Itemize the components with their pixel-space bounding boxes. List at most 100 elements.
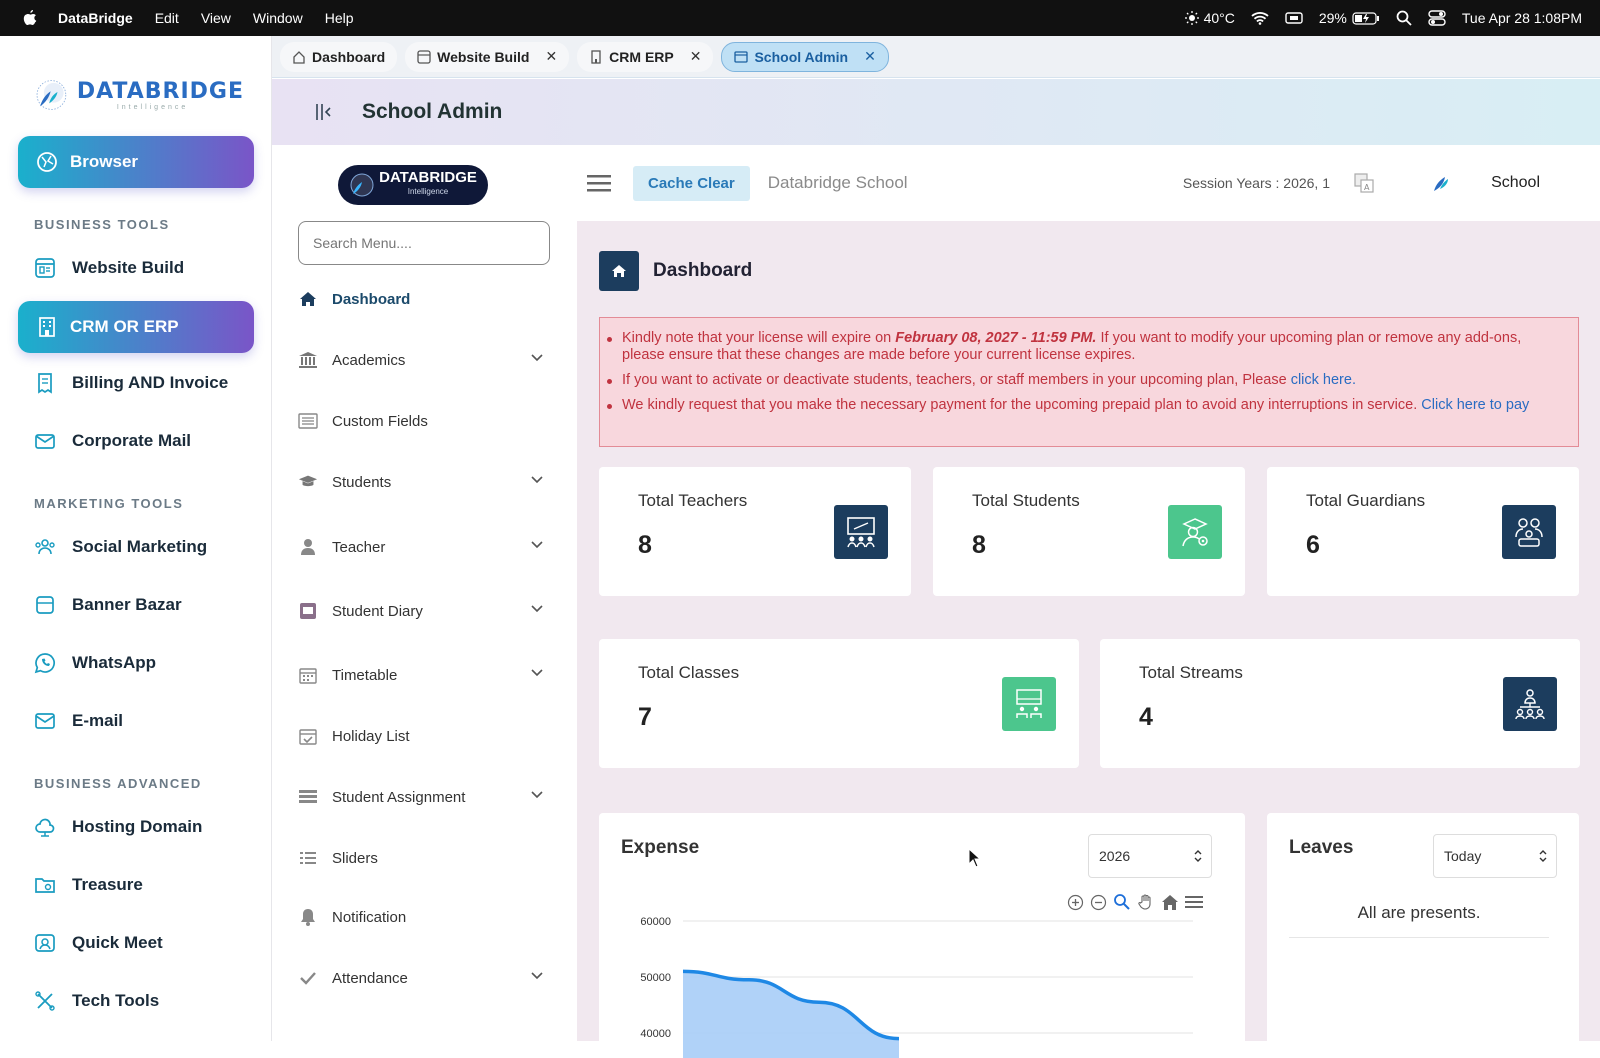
browser-button[interactable]: Browser: [18, 136, 254, 188]
school-logo[interactable]: DATABRIDGE Intelligence: [338, 165, 488, 205]
dashboard-content: Dashboard Kindly note that your license …: [577, 221, 1600, 1058]
nav-social-marketing[interactable]: Social Marketing: [34, 532, 207, 562]
menu-student-diary-label: Student Diary: [332, 602, 423, 620]
menu-students[interactable]: Students: [298, 467, 550, 497]
weather-status[interactable]: 40°C: [1184, 10, 1235, 26]
logo-tagline: Intelligence: [116, 104, 189, 111]
nav-corporate-mail[interactable]: Corporate Mail: [34, 426, 191, 456]
card-total-students[interactable]: Total Students 8: [933, 467, 1245, 596]
card-total-classes[interactable]: Total Classes 7: [599, 639, 1079, 768]
card-total-guardians[interactable]: Total Guardians 6: [1267, 467, 1579, 596]
clock[interactable]: Tue Apr 28 1:08PM: [1462, 10, 1582, 26]
tab-crm-erp[interactable]: CRM ERP ✕: [577, 41, 714, 72]
card-total-teachers[interactable]: Total Teachers 8: [599, 467, 911, 596]
menu-help[interactable]: Help: [325, 10, 354, 26]
menu-edit[interactable]: Edit: [155, 10, 179, 26]
close-tab-icon[interactable]: ✕: [690, 48, 702, 65]
nav-billing-invoice[interactable]: Billing AND Invoice: [34, 368, 228, 398]
menu-timetable[interactable]: Timetable: [298, 660, 550, 690]
check-icon: [300, 972, 316, 985]
hamburger-menu-icon[interactable]: [587, 173, 611, 193]
menu-custom-fields-label: Custom Fields: [332, 412, 428, 430]
session-years[interactable]: Session Years : 2026, 1: [1183, 175, 1330, 191]
menu-academics[interactable]: Academics: [298, 345, 550, 375]
menu-notification-label: Notification: [332, 908, 407, 926]
hierarchy-icon: [1503, 677, 1557, 731]
y-tick-label: 50000: [640, 972, 671, 984]
expense-chart[interactable]: 40000 50000 60000: [599, 913, 1245, 1058]
nav-website-build[interactable]: Website Build: [34, 253, 184, 283]
collapse-sidebar-icon[interactable]: [314, 102, 334, 122]
chevron-down-icon: [531, 476, 543, 484]
wifi-icon[interactable]: [1251, 11, 1269, 25]
nav-tech-tools[interactable]: Tech Tools: [34, 986, 159, 1016]
menu-student-assignment[interactable]: Student Assignment: [298, 782, 550, 812]
graduation-cap-icon: [298, 475, 318, 487]
zoom-in-icon[interactable]: [1067, 894, 1084, 911]
nav-email[interactable]: E-mail: [34, 706, 123, 736]
nav-hosting-domain[interactable]: Hosting Domain: [34, 812, 202, 842]
pay-link[interactable]: Click here to pay: [1421, 397, 1529, 413]
menu-attendance[interactable]: Attendance: [298, 963, 550, 993]
school-logo-subtext: Intelligence: [407, 187, 449, 196]
pan-hand-icon[interactable]: [1137, 893, 1155, 911]
nav-banner-bazar[interactable]: Banner Bazar: [34, 590, 182, 620]
nav-crm-erp[interactable]: CRM OR ERP: [18, 301, 254, 353]
alert-line-activate: If you want to activate or deactivate st…: [607, 372, 1556, 389]
menu-view[interactable]: View: [201, 10, 231, 26]
tab-dashboard[interactable]: Dashboard: [280, 41, 398, 72]
student-settings-icon: [1168, 505, 1222, 559]
expense-year-select[interactable]: 2026: [1088, 834, 1212, 878]
guardians-count: 6: [1306, 531, 1320, 559]
magnifier-icon[interactable]: [1113, 893, 1131, 911]
leaves-filter-select[interactable]: Today: [1433, 834, 1557, 878]
svg-text:A: A: [1364, 183, 1370, 192]
nav-quick-meet[interactable]: Quick Meet: [34, 928, 163, 958]
databridge-logo[interactable]: DATABRIDGE Intelligence: [34, 70, 244, 120]
menu-custom-fields[interactable]: Custom Fields: [298, 406, 550, 436]
tab-school-admin[interactable]: School Admin ✕: [721, 41, 889, 72]
diary-icon: [300, 603, 316, 619]
menu-academics-label: Academics: [332, 351, 406, 369]
nav-email-label: E-mail: [72, 711, 124, 730]
app-header: School Admin: [272, 79, 1600, 145]
tools-icon: [35, 991, 55, 1011]
cache-clear-button[interactable]: Cache Clear: [633, 165, 750, 201]
menu-sliders[interactable]: Sliders: [298, 843, 550, 873]
menu-search-input[interactable]: [298, 221, 550, 265]
menu-holiday-list[interactable]: Holiday List: [298, 721, 550, 751]
avatar[interactable]: [1428, 169, 1456, 197]
menu-notification[interactable]: Notification: [298, 902, 550, 932]
nav-whatsapp[interactable]: WhatsApp: [34, 648, 156, 678]
close-tab-icon[interactable]: ✕: [864, 48, 876, 65]
control-center-icon[interactable]: [1428, 10, 1446, 26]
reset-home-icon[interactable]: [1161, 894, 1179, 911]
click-here-link[interactable]: click here.: [1291, 372, 1356, 388]
translate-icon[interactable]: A: [1354, 173, 1374, 193]
zoom-out-icon[interactable]: [1090, 894, 1107, 911]
menu-teacher[interactable]: Teacher: [298, 532, 550, 562]
window-icon: [734, 50, 749, 63]
display-icon[interactable]: [1285, 11, 1303, 25]
close-tab-icon[interactable]: ✕: [545, 48, 557, 65]
spotlight-search-icon[interactable]: [1396, 10, 1412, 26]
menu-student-diary[interactable]: Student Diary: [298, 596, 550, 626]
nav-treasure[interactable]: Treasure: [34, 870, 143, 900]
nav-crm-erp-label: CRM OR ERP: [70, 317, 179, 336]
menu-dashboard[interactable]: Dashboard: [298, 284, 550, 314]
classes-label: Total Classes: [638, 663, 740, 682]
teacher-presentation-icon: [834, 505, 888, 559]
mouse-cursor-icon: [968, 848, 982, 868]
card-total-streams[interactable]: Total Streams 4: [1100, 639, 1580, 768]
menu-window[interactable]: Window: [253, 10, 303, 26]
nav-whatsapp-label: WhatsApp: [72, 653, 157, 672]
chart-menu-icon[interactable]: [1185, 895, 1203, 909]
users-icon: [35, 539, 55, 555]
apple-icon[interactable]: [22, 9, 38, 27]
user-name[interactable]: School: [1491, 174, 1540, 192]
tab-website-build[interactable]: Website Build ✕: [405, 41, 570, 72]
home-icon: [300, 292, 316, 306]
databridge-globe-icon: [350, 173, 374, 197]
menu-app-name[interactable]: DataBridge: [58, 10, 133, 26]
battery-status[interactable]: 29%: [1319, 10, 1380, 26]
